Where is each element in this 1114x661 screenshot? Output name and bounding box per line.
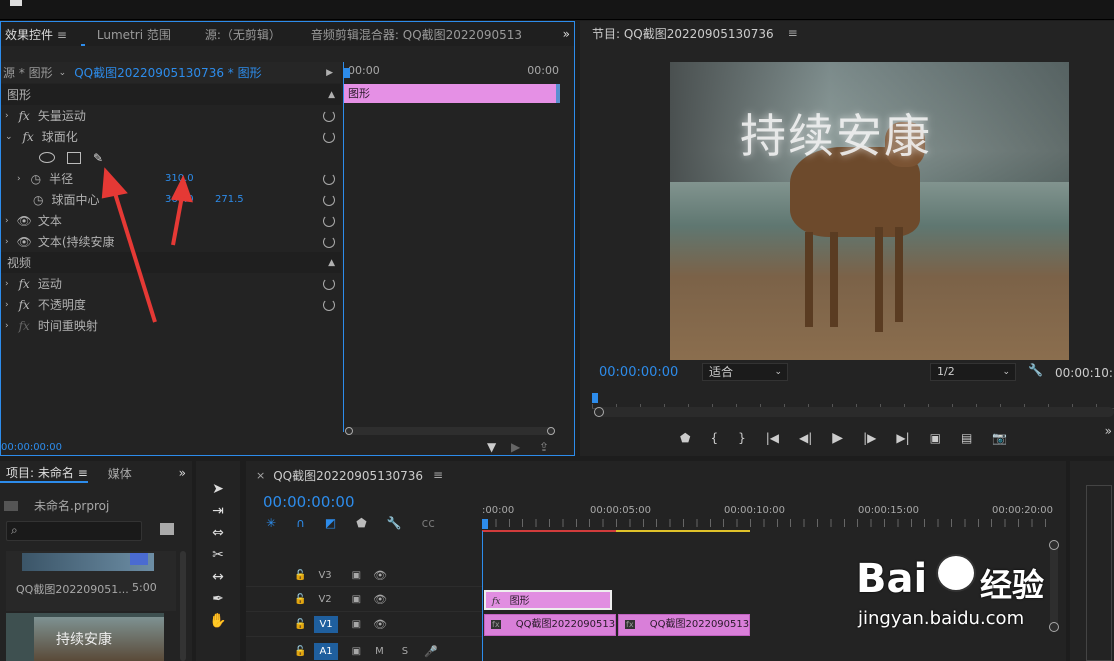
search-icon: ⌕: [11, 523, 18, 537]
sync-icon[interactable]: ▣: [352, 619, 361, 630]
project-item-thumb-2[interactable]: 持续安康: [6, 613, 164, 661]
tab-media[interactable]: 媒体: [108, 465, 132, 482]
tab-project[interactable]: 项目: 未命名 ≡: [0, 464, 88, 483]
program-timecode[interactable]: 00:00:00:00: [599, 365, 678, 380]
visibility-eye-icon[interactable]: 👁: [373, 569, 387, 582]
visibility-eye-icon[interactable]: 👁: [373, 593, 387, 606]
sync-icon[interactable]: ▣: [352, 646, 361, 657]
mute-button[interactable]: M: [375, 646, 384, 657]
project-tabbar: 项目: 未命名 ≡ 媒体 »: [0, 461, 192, 485]
fx-icon: fx: [491, 620, 501, 629]
fit-dropdown[interactable]: 适合 ⌄: [702, 363, 788, 381]
timeline-tabbar: × QQ截图20220905130736 ≡: [246, 465, 1066, 485]
tools-panel: ➤ ⇥ ⇔ ✂ ↔ ✒ ✋: [196, 461, 240, 661]
project-panel: 项目: 未命名 ≡ 媒体 » 未命名.prproj ⌕ QQ截图20220905…: [0, 461, 192, 661]
add-marker-icon[interactable]: ⬟: [356, 516, 366, 530]
clip-graphic[interactable]: fx 图形: [484, 590, 612, 610]
folder-icon: [4, 500, 18, 511]
go-to-in-icon[interactable]: |◀: [766, 431, 779, 445]
clip-v1-a[interactable]: fx QQ截图202209051307: [484, 614, 616, 636]
chevron-down-icon: ⌄: [774, 367, 782, 377]
fx-icon: fx: [625, 620, 635, 629]
extract-icon[interactable]: ▤: [961, 431, 972, 445]
project-search-input[interactable]: ⌕: [6, 521, 142, 541]
project-scrollbar[interactable]: [180, 551, 186, 661]
timeline-playhead-icon[interactable]: [482, 519, 488, 529]
track-v1: 🔓 V1 ▣ 👁: [246, 613, 482, 637]
captions-icon[interactable]: cc: [422, 516, 435, 530]
track-v3: 🔓 V3 ▣ 👁: [246, 565, 482, 587]
program-end-timecode: 00:00:10:: [1055, 366, 1113, 380]
overlay-title: 持续安康: [740, 109, 932, 163]
add-marker-icon[interactable]: ⬟: [680, 431, 690, 445]
timeline-toolbar: ✳ ∩ ◩ ⬟ 🔧 cc: [266, 516, 435, 530]
snap-icon[interactable]: ✳: [266, 516, 276, 530]
linked-selection-icon[interactable]: ∩: [296, 516, 305, 530]
step-forward-icon[interactable]: |▶: [863, 431, 876, 445]
selection-tool-icon[interactable]: ➤: [212, 481, 224, 497]
clip-badge-icon: [130, 553, 148, 565]
solo-button[interactable]: S: [402, 646, 408, 657]
mark-in-icon[interactable]: {: [710, 431, 718, 445]
timeline-timecode[interactable]: 00:00:00:00: [263, 493, 355, 511]
sequence-tab[interactable]: QQ截图20220905130736: [273, 467, 423, 484]
track-a1: 🔓 A1 ▣ M S 🎤: [294, 642, 438, 660]
fx-icon: fx: [492, 597, 501, 607]
slip-tool-icon[interactable]: ↔: [212, 569, 224, 585]
step-back-icon[interactable]: ◀|: [799, 431, 812, 445]
close-icon[interactable]: ×: [246, 469, 265, 482]
transport-controls: ⬟ { } |◀ ◀| ▶ |▶ ▶| ▣ ▤ 📷: [680, 428, 1114, 448]
export-frame-icon[interactable]: 📷: [992, 431, 1007, 445]
render-bar-red: [482, 530, 616, 532]
program-title-row: 节目: QQ截图20220905130736 ≡: [580, 21, 1114, 45]
hand-tool-icon[interactable]: ✋: [209, 613, 226, 629]
mark-out-icon[interactable]: }: [738, 431, 746, 445]
sync-icon[interactable]: ▣: [352, 570, 361, 581]
timeline-ruler[interactable]: :00:00 00:00:05:00 00:00:10:00 00:00:15:…: [482, 501, 1053, 532]
pen-tool-icon[interactable]: ✒: [212, 591, 224, 607]
playhead-line: [482, 531, 483, 661]
play-icon[interactable]: ▶: [832, 430, 843, 446]
lock-icon[interactable]: 🔓: [294, 594, 306, 605]
track-v2: 🔓 V2 ▣ 👁: [246, 588, 482, 612]
overflow-icon[interactable]: »: [1105, 424, 1112, 438]
clip-v1-b[interactable]: fx QQ截图202209051307 3: [618, 614, 750, 636]
program-zoom-scrollbar[interactable]: [594, 407, 1114, 417]
insert-marker-icon[interactable]: ◩: [325, 516, 336, 530]
panel-menu-icon[interactable]: ≡: [433, 468, 443, 482]
lock-icon[interactable]: 🔓: [294, 646, 306, 657]
program-video-frame: 持续安康: [670, 62, 1069, 360]
track-select-tool-icon[interactable]: ⇥: [212, 503, 224, 519]
program-monitor: 节目: QQ截图20220905130736 ≡ 持续安康 00:00:00:0…: [580, 21, 1114, 456]
lock-icon[interactable]: 🔓: [294, 619, 306, 630]
project-file-row: 未命名.prproj: [4, 497, 109, 514]
paw-logo: [936, 554, 976, 592]
audio-meters: [1070, 461, 1114, 661]
program-playhead-icon[interactable]: [592, 393, 598, 403]
panel-menu-icon[interactable]: ≡: [788, 26, 798, 40]
sync-icon[interactable]: ▣: [352, 594, 361, 605]
baidu-watermark: Bai 经验 jingyan.baidu.com: [856, 554, 1045, 629]
new-bin-icon[interactable]: [160, 523, 174, 535]
lock-icon[interactable]: 🔓: [294, 570, 306, 581]
razor-tool-icon[interactable]: ✂: [212, 547, 224, 563]
visibility-eye-icon[interactable]: 👁: [373, 618, 387, 631]
render-bar-yellow: [616, 530, 750, 532]
settings-wrench-icon[interactable]: 🔧: [1028, 363, 1043, 377]
ripple-edit-tool-icon[interactable]: ⇔: [212, 525, 224, 541]
lift-icon[interactable]: ▣: [930, 431, 941, 445]
go-to-out-icon[interactable]: ▶|: [896, 431, 909, 445]
resolution-dropdown[interactable]: 1/2 ⌄: [930, 363, 1016, 381]
project-item-thumb[interactable]: QQ截图202209051... 5:00: [6, 551, 176, 611]
panel-overflow-icon[interactable]: »: [179, 466, 186, 480]
settings-wrench-icon[interactable]: 🔧: [387, 516, 402, 530]
program-title[interactable]: 节目: QQ截图20220905130736: [580, 25, 774, 42]
chevron-down-icon: ⌄: [1002, 367, 1010, 377]
mic-icon[interactable]: 🎤: [424, 645, 438, 658]
